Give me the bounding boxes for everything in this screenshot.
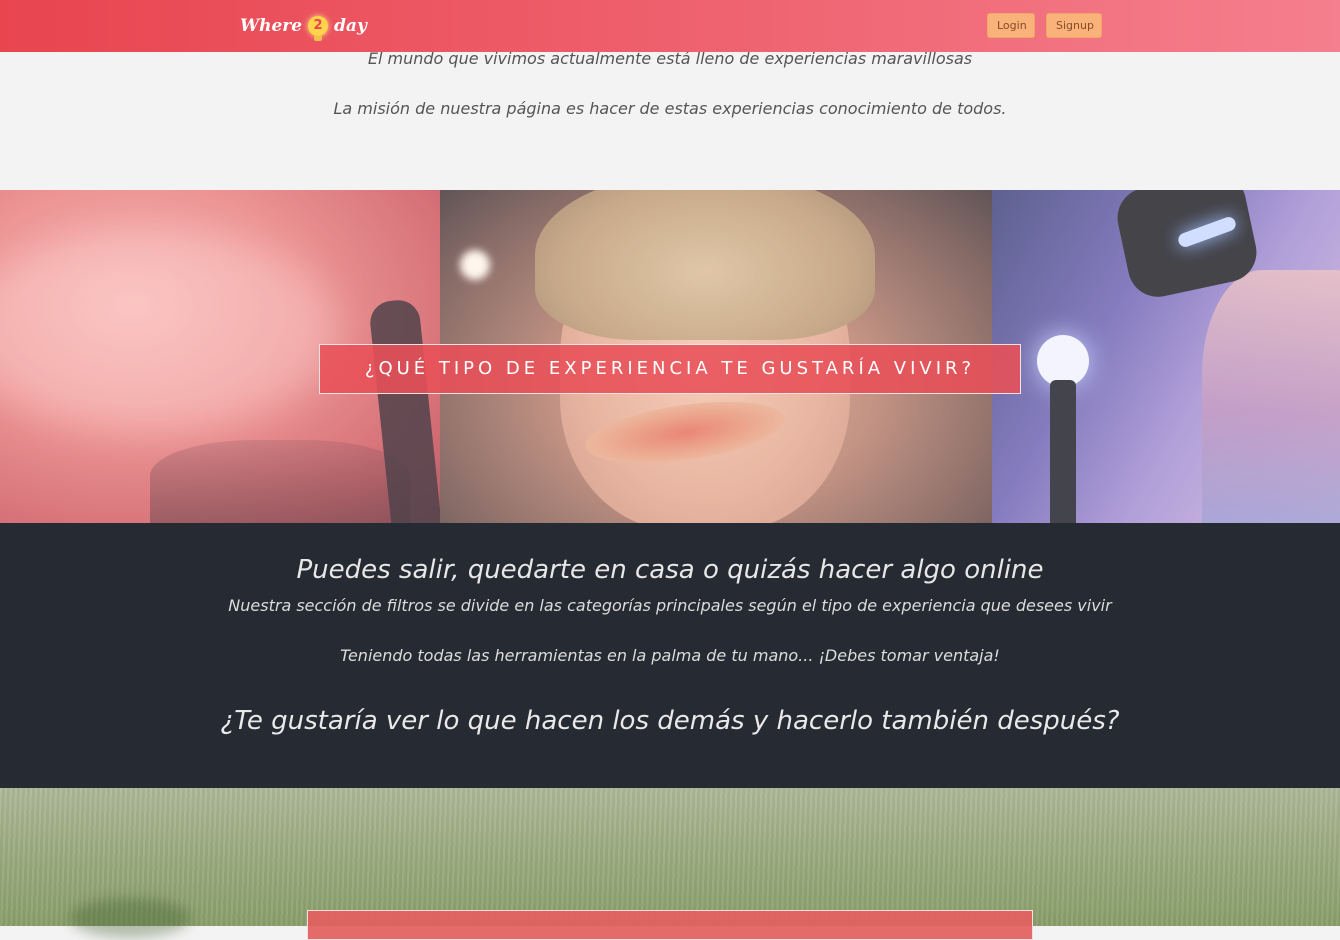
experience-type-button[interactable]: ¿QUÉ TIPO DE EXPERIENCIA TE GUSTARÍA VIV… bbox=[319, 344, 1021, 394]
lightbulb-icon: 2 bbox=[308, 16, 329, 41]
experience-banner: ¿QUÉ TIPO DE EXPERIENCIA TE GUSTARÍA VIV… bbox=[0, 190, 1340, 523]
grass-section bbox=[0, 788, 1340, 940]
community-question: ¿Te gustaría ver lo que hacen los demás … bbox=[220, 706, 1120, 736]
filters-description: Nuestra sección de filtros se divide en … bbox=[228, 596, 1112, 615]
grass-section-button[interactable] bbox=[307, 910, 1033, 940]
logo-text-left: Where bbox=[240, 16, 303, 36]
site-logo[interactable]: Where 2 day bbox=[240, 12, 367, 41]
filters-heading: Puedes salir, quedarte en casa o quizás … bbox=[296, 555, 1044, 585]
filters-section: Puedes salir, quedarte en casa o quizás … bbox=[0, 523, 1340, 788]
intro-section: El mundo que vivimos actualmente está ll… bbox=[0, 49, 1340, 190]
intro-line-2: La misión de nuestra página es hacer de … bbox=[333, 99, 1007, 118]
logo-text-right: day bbox=[334, 16, 367, 36]
login-button[interactable]: Login bbox=[987, 13, 1035, 38]
top-navbar: Where 2 day Login Signup bbox=[0, 0, 1340, 52]
filters-tagline: Teniendo todas las herramientas en la pa… bbox=[340, 646, 1000, 665]
signup-button[interactable]: Signup bbox=[1046, 13, 1102, 38]
